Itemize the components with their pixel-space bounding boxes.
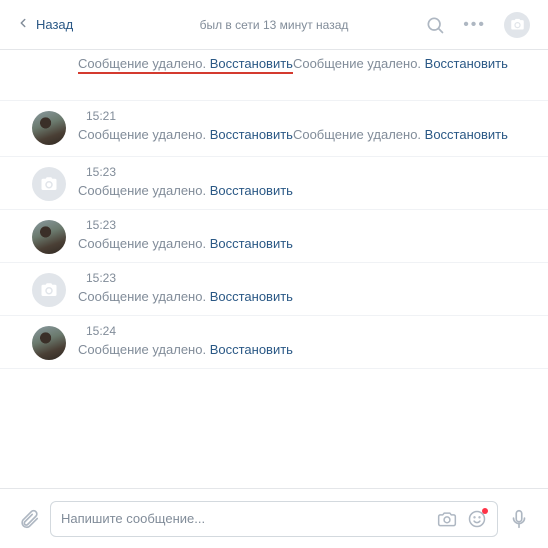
more-icon[interactable]: ••• — [463, 17, 486, 33]
message-input[interactable] — [61, 511, 427, 526]
message-body: 15:23 Сообщение удалено. Восстановить — [78, 165, 548, 201]
deleted-message-line: Сообщение удалено. Восстановить — [293, 127, 508, 142]
camera-icon[interactable] — [437, 509, 457, 529]
deleted-text: Сообщение удалено. — [293, 56, 425, 71]
mic-icon[interactable] — [508, 508, 530, 530]
deleted-text: Сообщение удалено. — [293, 127, 425, 142]
deleted-text: Сообщение удалено. — [78, 56, 210, 71]
chevron-left-icon — [16, 16, 30, 33]
sticker-badge — [482, 508, 488, 514]
message-group: 15:23 Сообщение удалено. Восстановить — [0, 210, 548, 263]
restore-link[interactable]: Восстановить — [425, 56, 508, 71]
message-time: 15:23 — [86, 218, 116, 232]
message-meta: 15:24 — [78, 324, 548, 338]
attach-icon[interactable] — [18, 508, 40, 530]
deleted-text: Сообщение удалено. — [78, 183, 210, 198]
message-time: 15:23 — [86, 165, 116, 179]
avatar-placeholder-icon[interactable] — [32, 167, 66, 201]
message-group: 15:24 Сообщение удалено. Восстановить — [0, 316, 548, 369]
composer — [0, 488, 548, 548]
message-body: 15:23 Сообщение удалено. Восстановить — [78, 271, 548, 307]
deleted-message-line: Сообщение удалено. Восстановить — [78, 342, 293, 357]
message-body: 15:21Сообщение удалено. ВосстановитьСооб… — [78, 109, 548, 148]
message-body: 15:23 Сообщение удалено. Восстановить — [78, 218, 548, 254]
message-input-wrap — [50, 501, 498, 537]
back-button[interactable]: Назад — [0, 16, 73, 33]
message-time: 15:24 — [86, 324, 116, 338]
message-group: 15:23 Сообщение удалено. Восстановить — [0, 157, 548, 210]
restore-link[interactable]: Восстановить — [425, 127, 508, 142]
deleted-text: Сообщение удалено. — [78, 127, 210, 142]
header-camera-button[interactable] — [504, 12, 530, 38]
message-group: Сообщение удалено. ВосстановитьСообщение… — [0, 50, 548, 101]
search-icon[interactable] — [425, 15, 445, 35]
message-body: Сообщение удалено. ВосстановитьСообщение… — [78, 56, 548, 92]
message-meta: 15:21 — [78, 109, 548, 123]
avatar[interactable] — [32, 326, 66, 360]
message-body: 15:24 Сообщение удалено. Восстановить — [78, 324, 548, 360]
avatar-placeholder-icon[interactable] — [32, 273, 66, 307]
header-actions: ••• — [425, 12, 548, 38]
avatar[interactable] — [32, 220, 66, 254]
restore-link[interactable]: Восстановить — [210, 342, 293, 357]
deleted-message-line: Сообщение удалено. Восстановить — [78, 289, 293, 304]
message-group: 15:23 Сообщение удалено. Восстановить — [0, 263, 548, 316]
restore-link[interactable]: Восстановить — [210, 56, 293, 71]
deleted-message-line: Сообщение удалено. Восстановить — [293, 56, 508, 71]
sticker-icon[interactable] — [467, 509, 487, 529]
avatar[interactable] — [32, 111, 66, 145]
message-meta: 15:23 — [78, 165, 548, 179]
restore-link[interactable]: Восстановить — [210, 236, 293, 251]
restore-link[interactable]: Восстановить — [210, 183, 293, 198]
deleted-message-line: Сообщение удалено. Восстановить — [78, 236, 293, 251]
message-list: Сообщение удалено. ВосстановитьСообщение… — [0, 50, 548, 488]
restore-link[interactable]: Восстановить — [210, 127, 293, 142]
message-time: 15:21 — [86, 109, 116, 123]
back-label: Назад — [36, 17, 73, 32]
highlight-underline — [78, 72, 293, 74]
message-meta: 15:23 — [78, 271, 548, 285]
chat-header: Назад был в сети 13 минут назад ••• — [0, 0, 548, 50]
deleted-text: Сообщение удалено. — [78, 342, 210, 357]
deleted-text: Сообщение удалено. — [78, 289, 210, 304]
deleted-text: Сообщение удалено. — [78, 236, 210, 251]
message-group: 15:21Сообщение удалено. ВосстановитьСооб… — [0, 101, 548, 157]
deleted-message-line: Сообщение удалено. Восстановить — [78, 127, 293, 142]
deleted-message-line: Сообщение удалено. Восстановить — [78, 56, 293, 71]
deleted-message-line: Сообщение удалено. Восстановить — [78, 183, 293, 198]
message-time: 15:23 — [86, 271, 116, 285]
restore-link[interactable]: Восстановить — [210, 289, 293, 304]
message-meta: 15:23 — [78, 218, 548, 232]
